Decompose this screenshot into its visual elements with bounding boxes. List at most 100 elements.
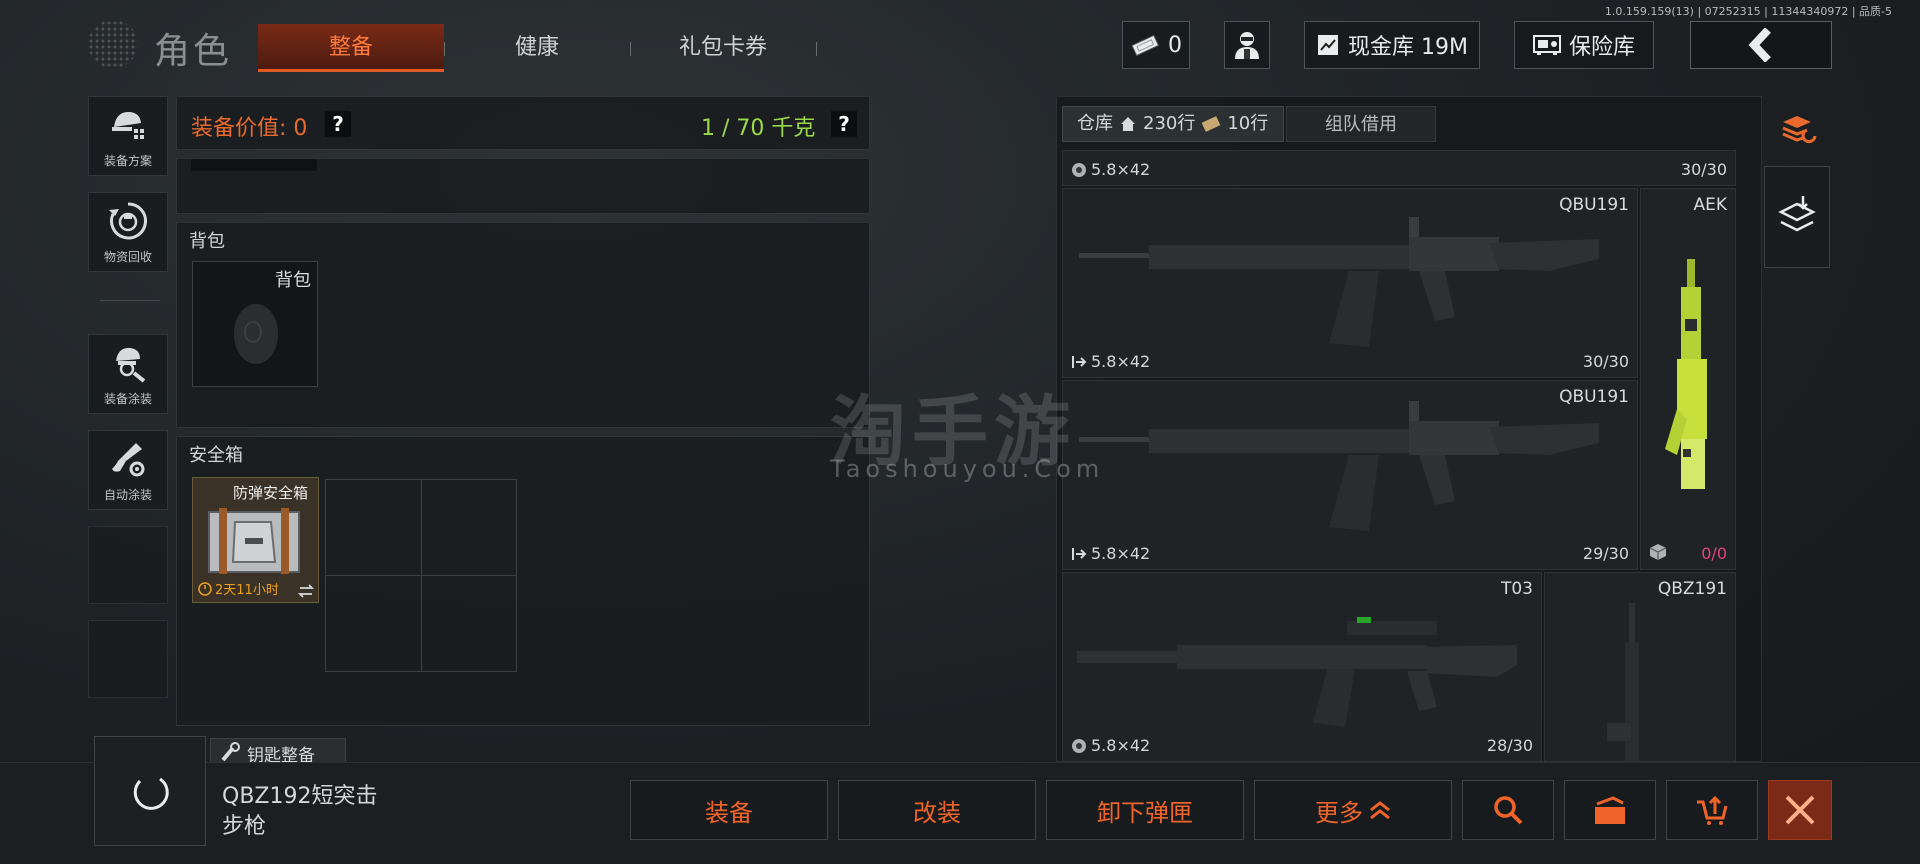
ammo-label: 5.8×42: [1071, 736, 1150, 755]
loading-spinner-icon: [133, 777, 169, 810]
ammo-label: 5.8×42: [1071, 544, 1150, 563]
weight-help-button[interactable]: ?: [831, 111, 857, 137]
warehouse-item-t03[interactable]: T03 5.8×42 28/30: [1062, 572, 1542, 762]
sidebar-item-label: 自动涂装: [103, 488, 152, 502]
open-box-icon: [1595, 796, 1625, 824]
rifle-qbu191-icon: [1079, 401, 1599, 531]
safebox-grid-cell[interactable]: [325, 479, 422, 576]
open-container-button[interactable]: [1564, 780, 1656, 840]
rifle-qbu191-icon: [1079, 217, 1599, 347]
sidebar-item-equipment-plan[interactable]: 装备方案: [88, 96, 168, 176]
cart-upload-icon: [1697, 795, 1728, 825]
ammo-shield-icon: [1072, 162, 1086, 177]
selected-item-name-line1: QBZ192短突击: [222, 784, 378, 809]
box-icon: [1649, 544, 1667, 560]
safebox-name: 防弹安全箱: [233, 484, 309, 502]
close-icon: [1785, 795, 1815, 825]
more-label: 更多: [1315, 798, 1363, 827]
warehouse-item-aek[interactable]: AEK 0/0: [1640, 188, 1736, 570]
watermark-subtext: Taoshouyou.Com: [830, 455, 1105, 483]
currency-value: 0: [1168, 32, 1182, 58]
ammo-text: 5.8×42: [1091, 544, 1151, 563]
team-borrow-tab[interactable]: 组队借用: [1286, 106, 1436, 142]
tab-loadout[interactable]: 整备: [258, 24, 444, 72]
safebox-grid-cell[interactable]: [325, 575, 422, 672]
cash-vault-label: 现金库 19M: [1348, 35, 1468, 60]
safebox-section: 安全箱 防弹安全箱 2天11小时: [176, 436, 870, 726]
backpack-icon: [234, 304, 278, 364]
safebox-item[interactable]: 防弹安全箱 2天11小时: [192, 477, 319, 603]
backpack-section: 背包 背包: [176, 222, 870, 428]
cash-vault-button[interactable]: 现金库 19M: [1304, 21, 1480, 69]
ammo-label: 5.8×42: [1071, 160, 1150, 179]
role-logo-icon: [88, 20, 138, 68]
warehouse-item-qbu191[interactable]: QBU191 5.8×42 29/30: [1062, 380, 1638, 570]
version-text: 1.0.159.159(13) | 07252315 | 11344340972…: [1604, 5, 1892, 18]
sidebar-item-label: 物资回收: [103, 250, 152, 264]
modify-button[interactable]: 改装: [838, 780, 1036, 840]
rifle-qbz191-icon: [1607, 603, 1639, 763]
tab-gift-cards[interactable]: 礼包卡券: [630, 24, 816, 72]
safebox-grid-cell[interactable]: [421, 575, 517, 672]
warehouse-item-qbu191[interactable]: QBU191 5.8×42 30/30: [1062, 188, 1638, 378]
ammo-count: 28/30: [1486, 736, 1533, 755]
sidebar-item-recycle[interactable]: 物资回收: [88, 192, 168, 272]
cash-vault-icon: [1318, 35, 1338, 55]
recycle-icon: [109, 201, 147, 239]
operator-button[interactable]: [1224, 21, 1270, 69]
weight-label: 1 / 70 千克: [701, 116, 816, 141]
warehouse-tab[interactable]: 仓库 230行 10行: [1062, 106, 1284, 142]
double-chevron-up-icon: [1370, 801, 1390, 820]
helmet-plan-icon: [112, 111, 144, 139]
warehouse-extra-rows: 10行: [1227, 113, 1269, 134]
selected-item-name-line2: 步枪: [222, 814, 267, 839]
selected-item-name: QBZ192短突击 步枪: [222, 782, 377, 842]
stack-download-icon: [1778, 196, 1816, 232]
unload-magazine-button[interactable]: 卸下弹匣: [1046, 780, 1244, 840]
safebox-icon: [208, 508, 300, 574]
ammo-count: 0/0: [1701, 544, 1727, 563]
sidebar-item-label: 装备涂装: [103, 392, 152, 406]
chevron-left-icon: [1748, 28, 1771, 62]
equipment-value-bar: 装备价值: 0 ? 1 / 70 千克 ?: [176, 96, 870, 150]
equipment-slot-strip: [191, 159, 317, 171]
ammo-count: 30/30: [1582, 352, 1629, 371]
ammo-text: 5.8×42: [1091, 736, 1151, 755]
sidebar-item-equipment-paint[interactable]: 装备涂装: [88, 334, 168, 414]
sidebar-empty-slot: [88, 526, 168, 604]
brush-gear-icon: [112, 442, 145, 476]
backpack-slot-label: 背包: [275, 270, 311, 291]
equip-button[interactable]: 装备: [630, 780, 828, 840]
stack-transfer-button[interactable]: [1764, 166, 1830, 268]
warehouse-item-qbz191[interactable]: QBZ191: [1544, 572, 1736, 763]
rifle-t03-icon: [1077, 617, 1517, 727]
warehouse-top-row[interactable]: 5.8×42 30/30: [1062, 150, 1736, 186]
rifle-aek-icon: [1665, 259, 1707, 489]
reload-arrow-icon: [1072, 355, 1087, 368]
swap-icon[interactable]: [298, 584, 314, 598]
safe-vault-label: 保险库: [1568, 35, 1635, 60]
value-help-button[interactable]: ?: [325, 111, 351, 137]
close-button[interactable]: [1768, 780, 1832, 840]
reload-arrow-icon: [1072, 547, 1087, 560]
search-button[interactable]: [1462, 780, 1554, 840]
more-button[interactable]: 更多: [1254, 780, 1452, 840]
sort-layers-button[interactable]: [1766, 96, 1832, 162]
warehouse-tab-label: 仓库: [1077, 113, 1113, 134]
safebox-grid-cell[interactable]: [421, 479, 517, 576]
backpack-section-title: 背包: [189, 231, 225, 252]
sell-button[interactable]: [1666, 780, 1758, 840]
safe-vault-button[interactable]: 保险库: [1514, 21, 1654, 69]
sidebar-item-auto-paint[interactable]: 自动涂装: [88, 430, 168, 510]
backpack-slot[interactable]: 背包: [192, 261, 318, 387]
selected-item-slot: [94, 736, 206, 846]
safebox-section-title: 安全箱: [189, 445, 243, 466]
item-name: QBZ191: [1657, 579, 1727, 599]
currency-counter[interactable]: 0: [1122, 21, 1190, 69]
safebox-timer: 2天11小时: [198, 579, 279, 598]
tab-health[interactable]: 健康: [444, 24, 630, 72]
back-button[interactable]: [1690, 21, 1832, 69]
equipment-row: [176, 158, 870, 214]
warehouse-rows: 230行: [1143, 113, 1196, 134]
page-title: 角色: [154, 31, 233, 72]
